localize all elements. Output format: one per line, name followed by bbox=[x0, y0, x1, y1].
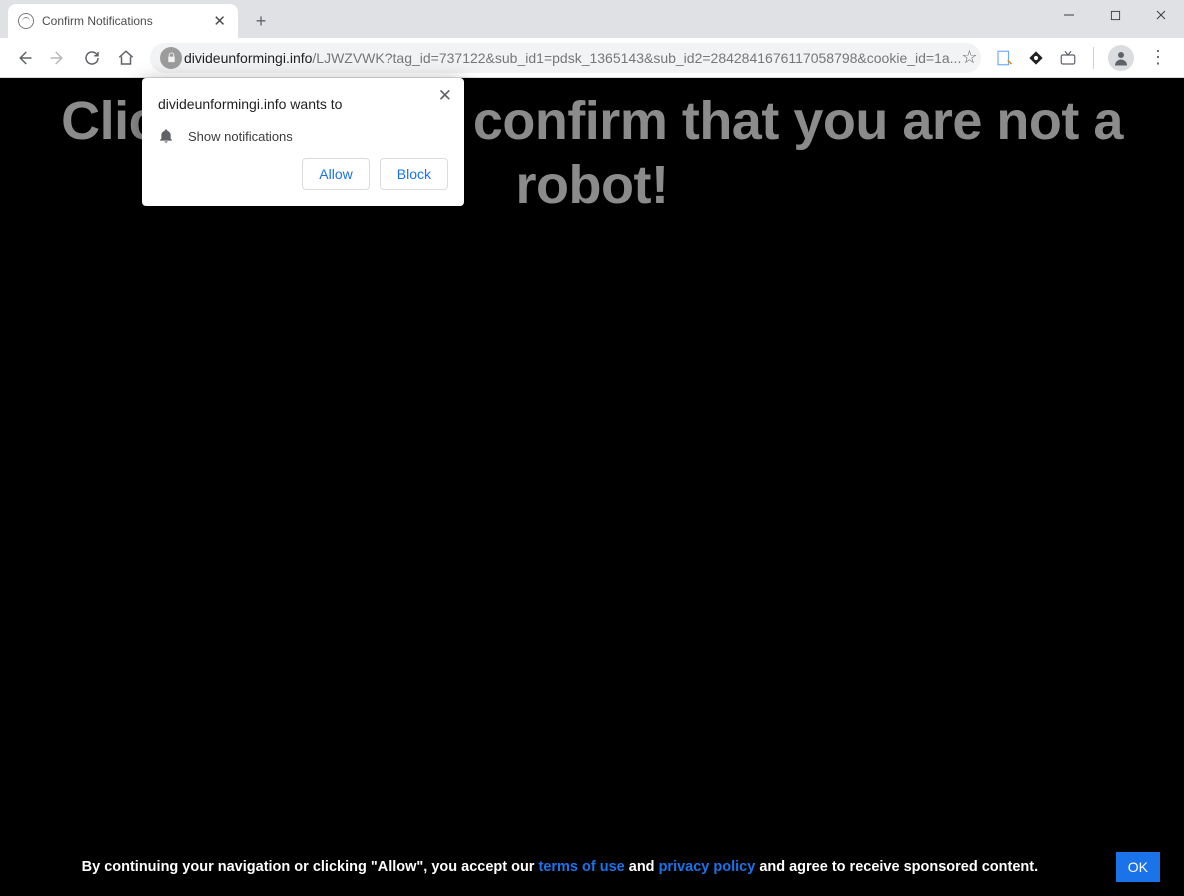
consent-mid: and bbox=[629, 859, 659, 875]
close-prompt-button[interactable]: ✕ bbox=[438, 86, 452, 106]
close-tab-button[interactable]: ✕ bbox=[211, 12, 228, 30]
lock-icon bbox=[160, 47, 182, 69]
privacy-policy-link[interactable]: privacy policy bbox=[659, 859, 756, 875]
extension-note-icon[interactable] bbox=[993, 47, 1015, 69]
reload-button[interactable] bbox=[76, 42, 108, 74]
extension-tv-icon[interactable] bbox=[1057, 47, 1079, 69]
extension-eye-icon[interactable] bbox=[1025, 47, 1047, 69]
forward-button[interactable] bbox=[42, 42, 74, 74]
ok-button[interactable]: OK bbox=[1116, 852, 1160, 882]
extension-icons: ⋮ bbox=[989, 45, 1176, 71]
url-domain: divideunformingi.info bbox=[184, 50, 312, 66]
consent-pre: By continuing your navigation or clickin… bbox=[82, 859, 539, 875]
block-button[interactable]: Block bbox=[380, 158, 448, 190]
close-window-button[interactable] bbox=[1138, 0, 1184, 30]
prompt-row-label: Show notifications bbox=[188, 129, 293, 144]
url-path: /LJWZVWK?tag_id=737122&sub_id1=pdsk_1365… bbox=[312, 50, 961, 66]
home-button[interactable] bbox=[110, 42, 142, 74]
maximize-button[interactable] bbox=[1092, 0, 1138, 30]
bell-icon bbox=[158, 128, 174, 144]
browser-toolbar: divideunformingi.info /LJWZVWK?tag_id=73… bbox=[0, 38, 1184, 78]
allow-button[interactable]: Allow bbox=[302, 158, 369, 190]
menu-button[interactable]: ⋮ bbox=[1144, 47, 1172, 68]
browser-tab[interactable]: Confirm Notifications ✕ bbox=[8, 4, 238, 38]
new-tab-button[interactable]: + bbox=[246, 6, 276, 36]
minimize-button[interactable] bbox=[1046, 0, 1092, 30]
tab-strip: Confirm Notifications ✕ + bbox=[0, 0, 1184, 38]
prompt-actions: Allow Block bbox=[158, 158, 448, 190]
terms-of-use-link[interactable]: terms of use bbox=[538, 859, 624, 875]
window-controls bbox=[1046, 0, 1184, 30]
prompt-title: divideunformingi.info wants to bbox=[158, 96, 448, 112]
tab-title: Confirm Notifications bbox=[42, 14, 211, 28]
separator bbox=[1093, 47, 1094, 69]
back-button[interactable] bbox=[8, 42, 40, 74]
globe-icon bbox=[18, 13, 34, 29]
bookmark-star-icon[interactable]: ☆ bbox=[961, 47, 977, 68]
consent-text: By continuing your navigation or clickin… bbox=[24, 857, 1096, 877]
consent-post: and agree to receive sponsored content. bbox=[759, 859, 1038, 875]
profile-avatar[interactable] bbox=[1108, 45, 1134, 71]
prompt-row: Show notifications bbox=[158, 126, 448, 158]
address-bar[interactable]: divideunformingi.info /LJWZVWK?tag_id=73… bbox=[150, 43, 981, 73]
consent-footer: By continuing your navigation or clickin… bbox=[0, 840, 1184, 896]
notification-permission-prompt: ✕ divideunformingi.info wants to Show no… bbox=[142, 78, 464, 206]
